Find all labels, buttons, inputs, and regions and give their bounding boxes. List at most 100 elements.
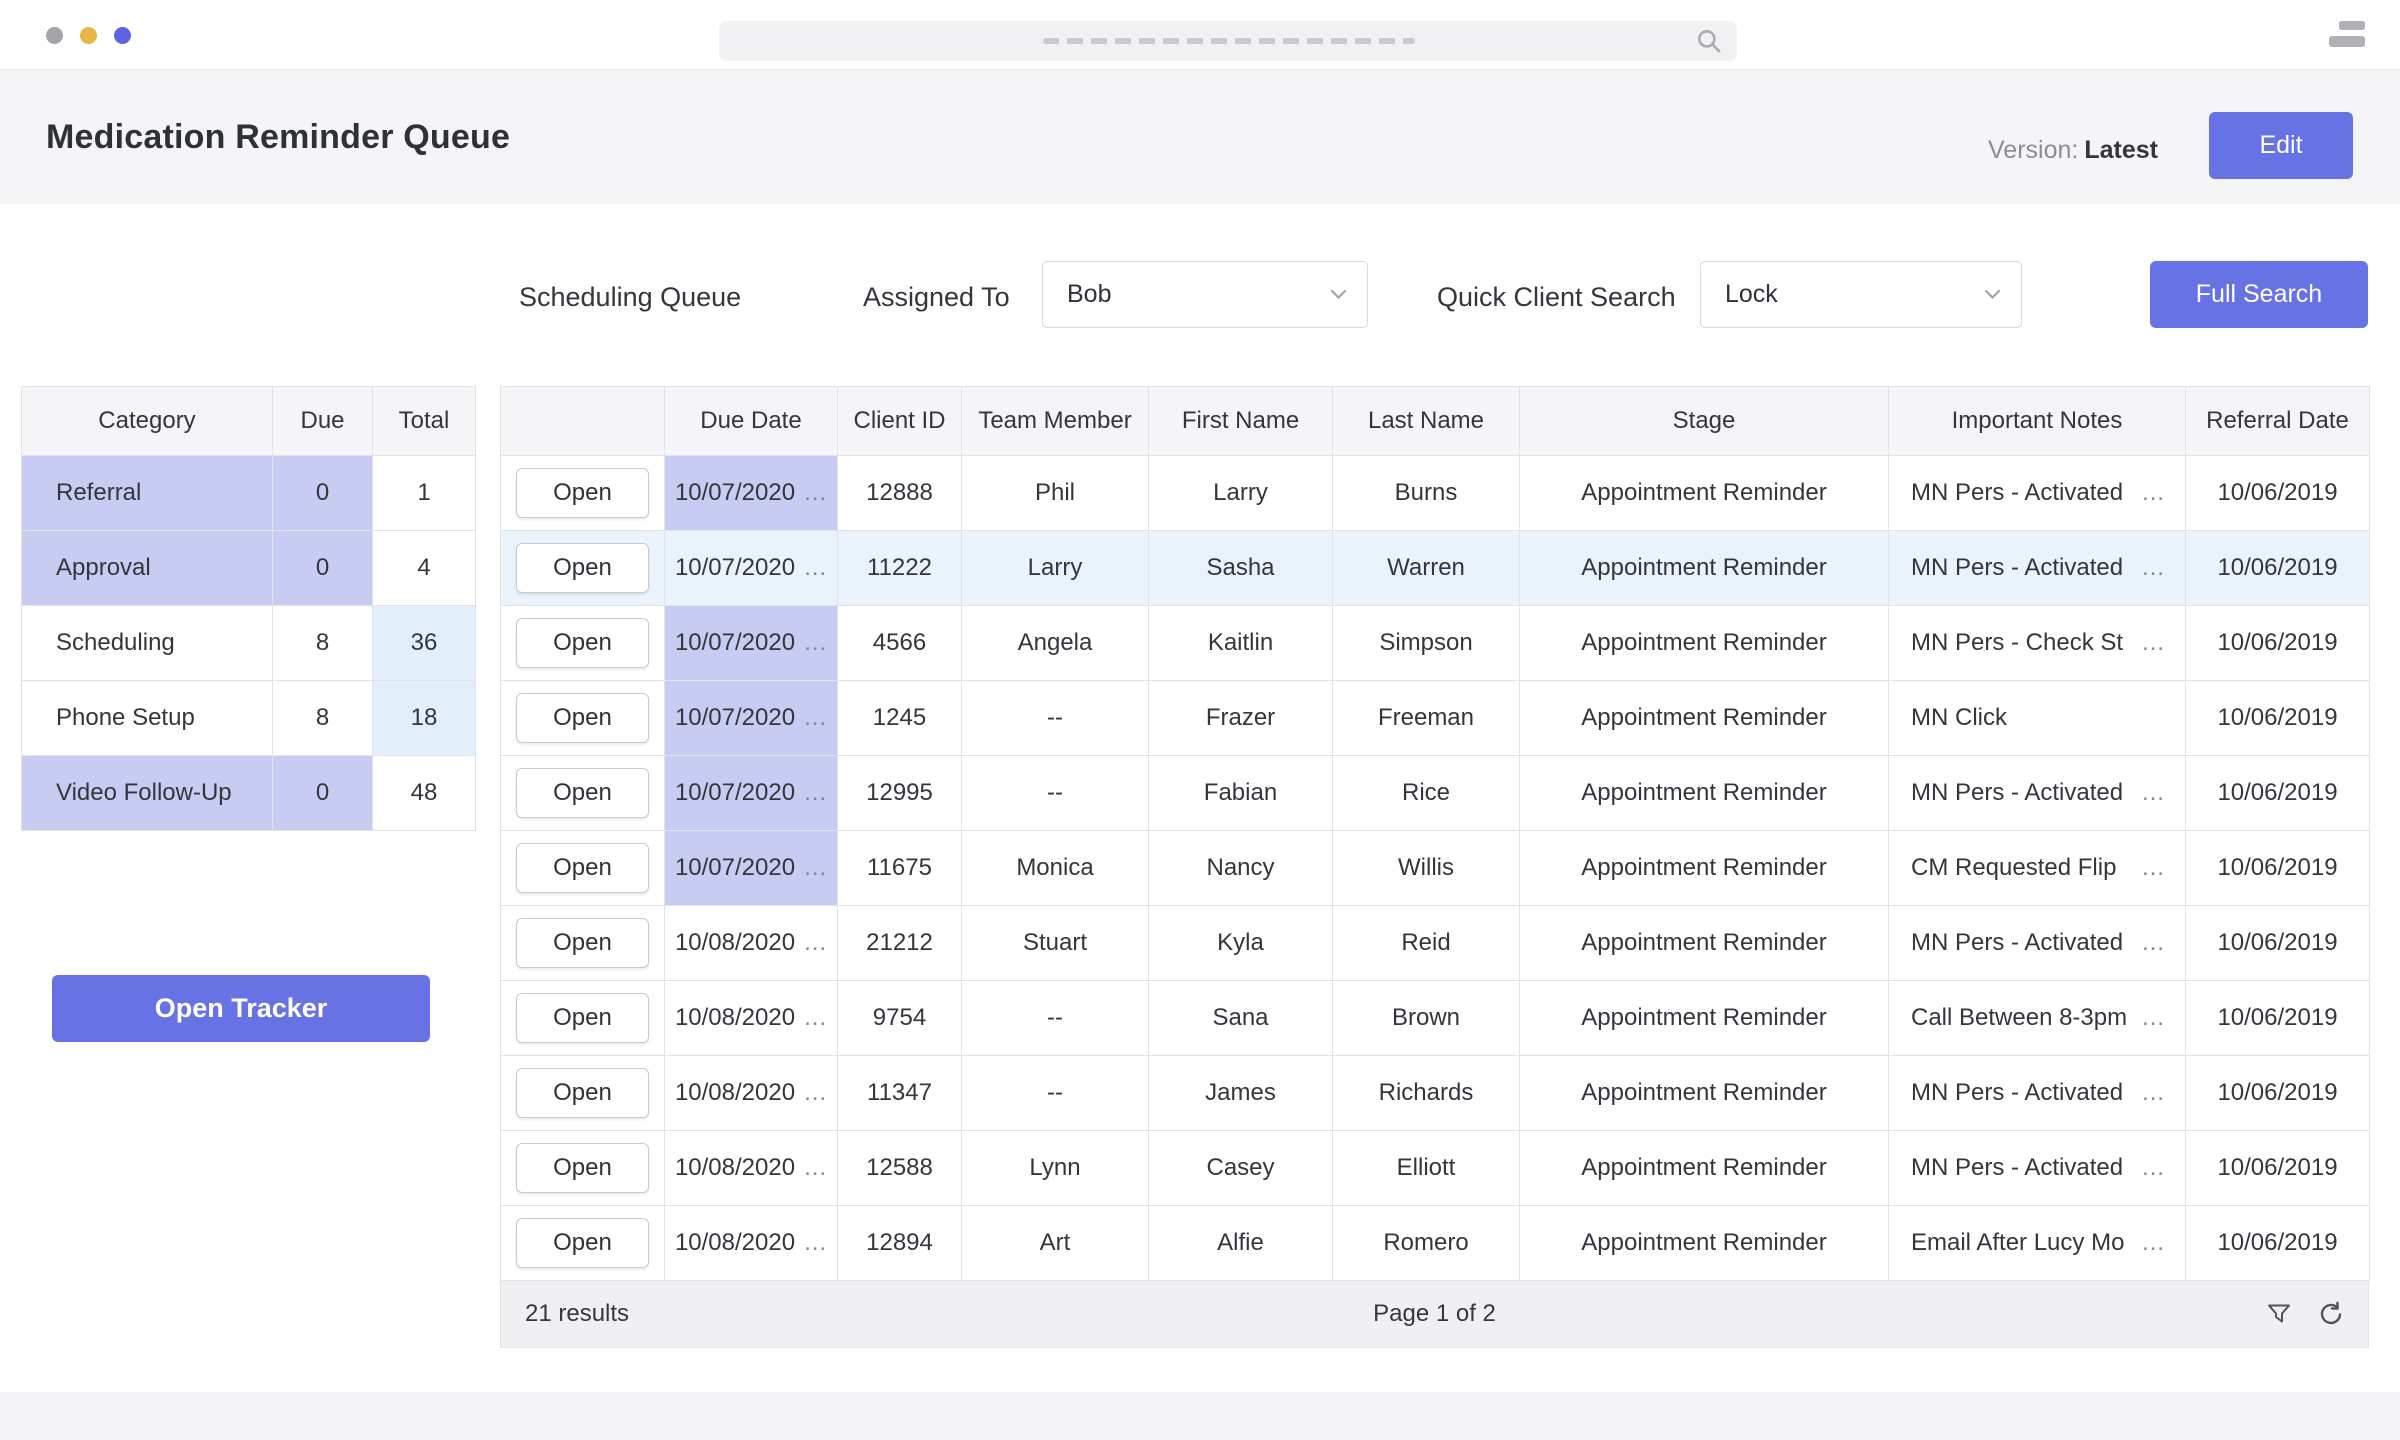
queue-row[interactable]: Open 10/08/2020… 12894 Art Alfie Romero … [501,1206,2370,1281]
queue-first-name-cell: Kaitlin [1149,606,1333,681]
queue-stage-cell: Appointment Reminder [1520,1206,1889,1281]
open-row-button[interactable]: Open [516,1218,649,1268]
summary-table: Category Due Total Referral 0 1 Approval… [21,386,476,831]
queue-last-name-cell: Simpson [1333,606,1520,681]
summary-total-cell: 4 [373,531,476,606]
queue-due-date-cell: 10/07/2020… [665,681,838,756]
refresh-icon[interactable] [2318,1301,2344,1327]
queue-row[interactable]: Open 10/07/2020… 11675 Monica Nancy Will… [501,831,2370,906]
truncation-ellipsis: … [2141,854,2165,882]
page-indicator: Page 1 of 2 [1373,1300,1496,1328]
truncation-ellipsis: … [2141,1079,2165,1107]
queue-table: Due Date Client ID Team Member First Nam… [500,386,2370,1281]
open-row-button[interactable]: Open [516,1143,649,1193]
queue-first-name-cell: Sana [1149,981,1333,1056]
full-search-button[interactable]: Full Search [2150,261,2368,328]
search-placeholder-line [1043,38,1415,44]
queue-client-id-cell: 9754 [838,981,962,1056]
truncation-ellipsis: … [803,929,827,956]
queue-row[interactable]: Open 10/08/2020… 9754 -- Sana Brown Appo… [501,981,2370,1056]
summary-header-row: Category Due Total [22,387,476,456]
queue-row[interactable]: Open 10/08/2020… 11347 -- James Richards… [501,1056,2370,1131]
queue-last-name-cell: Willis [1333,831,1520,906]
queue-row[interactable]: Open 10/08/2020… 21212 Stuart Kyla Reid … [501,906,2370,981]
open-row-button[interactable]: Open [516,1068,649,1118]
queue-referral-date-cell: 10/06/2019 [2186,831,2370,906]
queue-row[interactable]: Open 10/07/2020… 1245 -- Frazer Freeman … [501,681,2370,756]
queue-important-notes-cell: Call Between 8-3pm… [1889,981,2186,1056]
queue-team-member-cell: Art [962,1206,1149,1281]
queue-client-id-cell: 11675 [838,831,962,906]
queue-referral-date-cell: 10/06/2019 [2186,456,2370,531]
summary-category-cell[interactable]: Phone Setup [22,681,273,756]
summary-table-container: Category Due Total Referral 0 1 Approval… [21,386,476,831]
truncation-ellipsis: … [803,704,827,731]
open-row-button[interactable]: Open [516,543,649,593]
truncation-ellipsis: … [803,1079,827,1106]
queue-important-notes-cell: MN Pers - Activated… [1889,756,2186,831]
truncation-ellipsis: … [803,629,827,656]
window-dot-icon[interactable] [80,27,97,44]
truncation-ellipsis: … [803,779,827,806]
stack-icon[interactable] [2327,21,2367,51]
open-row-button[interactable]: Open [516,768,649,818]
open-row-button[interactable]: Open [516,618,649,668]
queue-row[interactable]: Open 10/07/2020… 11222 Larry Sasha Warre… [501,531,2370,606]
queue-last-name-cell: Brown [1333,981,1520,1056]
queue-stage-cell: Appointment Reminder [1520,681,1889,756]
queue-col-team-member: Team Member [962,387,1149,456]
footer-icons [2266,1301,2344,1327]
summary-row[interactable]: Phone Setup 8 18 [22,681,476,756]
summary-row[interactable]: Referral 0 1 [22,456,476,531]
version-label: Version: [1988,136,2078,164]
truncation-ellipsis: … [803,1004,827,1031]
quick-client-search-label: Quick Client Search [1437,282,1676,313]
open-row-button[interactable]: Open [516,993,649,1043]
queue-due-date-cell: 10/07/2020… [665,756,838,831]
version-text: Version:Latest [1988,136,2158,165]
queue-open-cell: Open [501,831,665,906]
open-row-button[interactable]: Open [516,918,649,968]
queue-last-name-cell: Reid [1333,906,1520,981]
address-search-bar[interactable] [719,21,1737,61]
queue-first-name-cell: Alfie [1149,1206,1333,1281]
queue-team-member-cell: Larry [962,531,1149,606]
summary-category-cell[interactable]: Scheduling [22,606,273,681]
window-dot-icon[interactable] [114,27,131,44]
queue-title: Scheduling Queue [519,282,741,313]
open-row-button[interactable]: Open [516,693,649,743]
queue-important-notes-cell: MN Pers - Activated… [1889,906,2186,981]
quick-client-search-select[interactable]: Lock [1700,261,2022,328]
queue-important-notes-cell: MN Pers - Activated… [1889,456,2186,531]
assigned-to-select[interactable]: Bob [1042,261,1368,328]
summary-row[interactable]: Approval 0 4 [22,531,476,606]
queue-stage-cell: Appointment Reminder [1520,456,1889,531]
queue-due-date-cell: 10/08/2020… [665,906,838,981]
results-count: 21 results [525,1300,629,1328]
queue-row[interactable]: Open 10/07/2020… 4566 Angela Kaitlin Sim… [501,606,2370,681]
queue-last-name-cell: Freeman [1333,681,1520,756]
summary-category-cell[interactable]: Referral [22,456,273,531]
filter-icon[interactable] [2266,1301,2292,1327]
queue-row[interactable]: Open 10/07/2020… 12888 Phil Larry Burns … [501,456,2370,531]
window-dot-icon[interactable] [46,27,63,44]
queue-col-important-notes: Important Notes [1889,387,2186,456]
queue-referral-date-cell: 10/06/2019 [2186,981,2370,1056]
summary-due-cell: 0 [273,756,373,831]
queue-row[interactable]: Open 10/08/2020… 12588 Lynn Casey Elliot… [501,1131,2370,1206]
queue-client-id-cell: 21212 [838,906,962,981]
edit-button[interactable]: Edit [2209,112,2353,179]
open-row-button[interactable]: Open [516,468,649,518]
queue-important-notes-cell: MN Pers - Check St… [1889,606,2186,681]
open-tracker-button[interactable]: Open Tracker [52,975,430,1042]
queue-row[interactable]: Open 10/07/2020… 12995 -- Fabian Rice Ap… [501,756,2370,831]
version-value: Latest [2084,136,2158,164]
queue-open-cell: Open [501,606,665,681]
summary-row[interactable]: Scheduling 8 36 [22,606,476,681]
queue-open-cell: Open [501,1131,665,1206]
summary-category-cell[interactable]: Video Follow-Up [22,756,273,831]
summary-row[interactable]: Video Follow-Up 0 48 [22,756,476,831]
summary-category-cell[interactable]: Approval [22,531,273,606]
queue-due-date-cell: 10/08/2020… [665,1056,838,1131]
open-row-button[interactable]: Open [516,843,649,893]
